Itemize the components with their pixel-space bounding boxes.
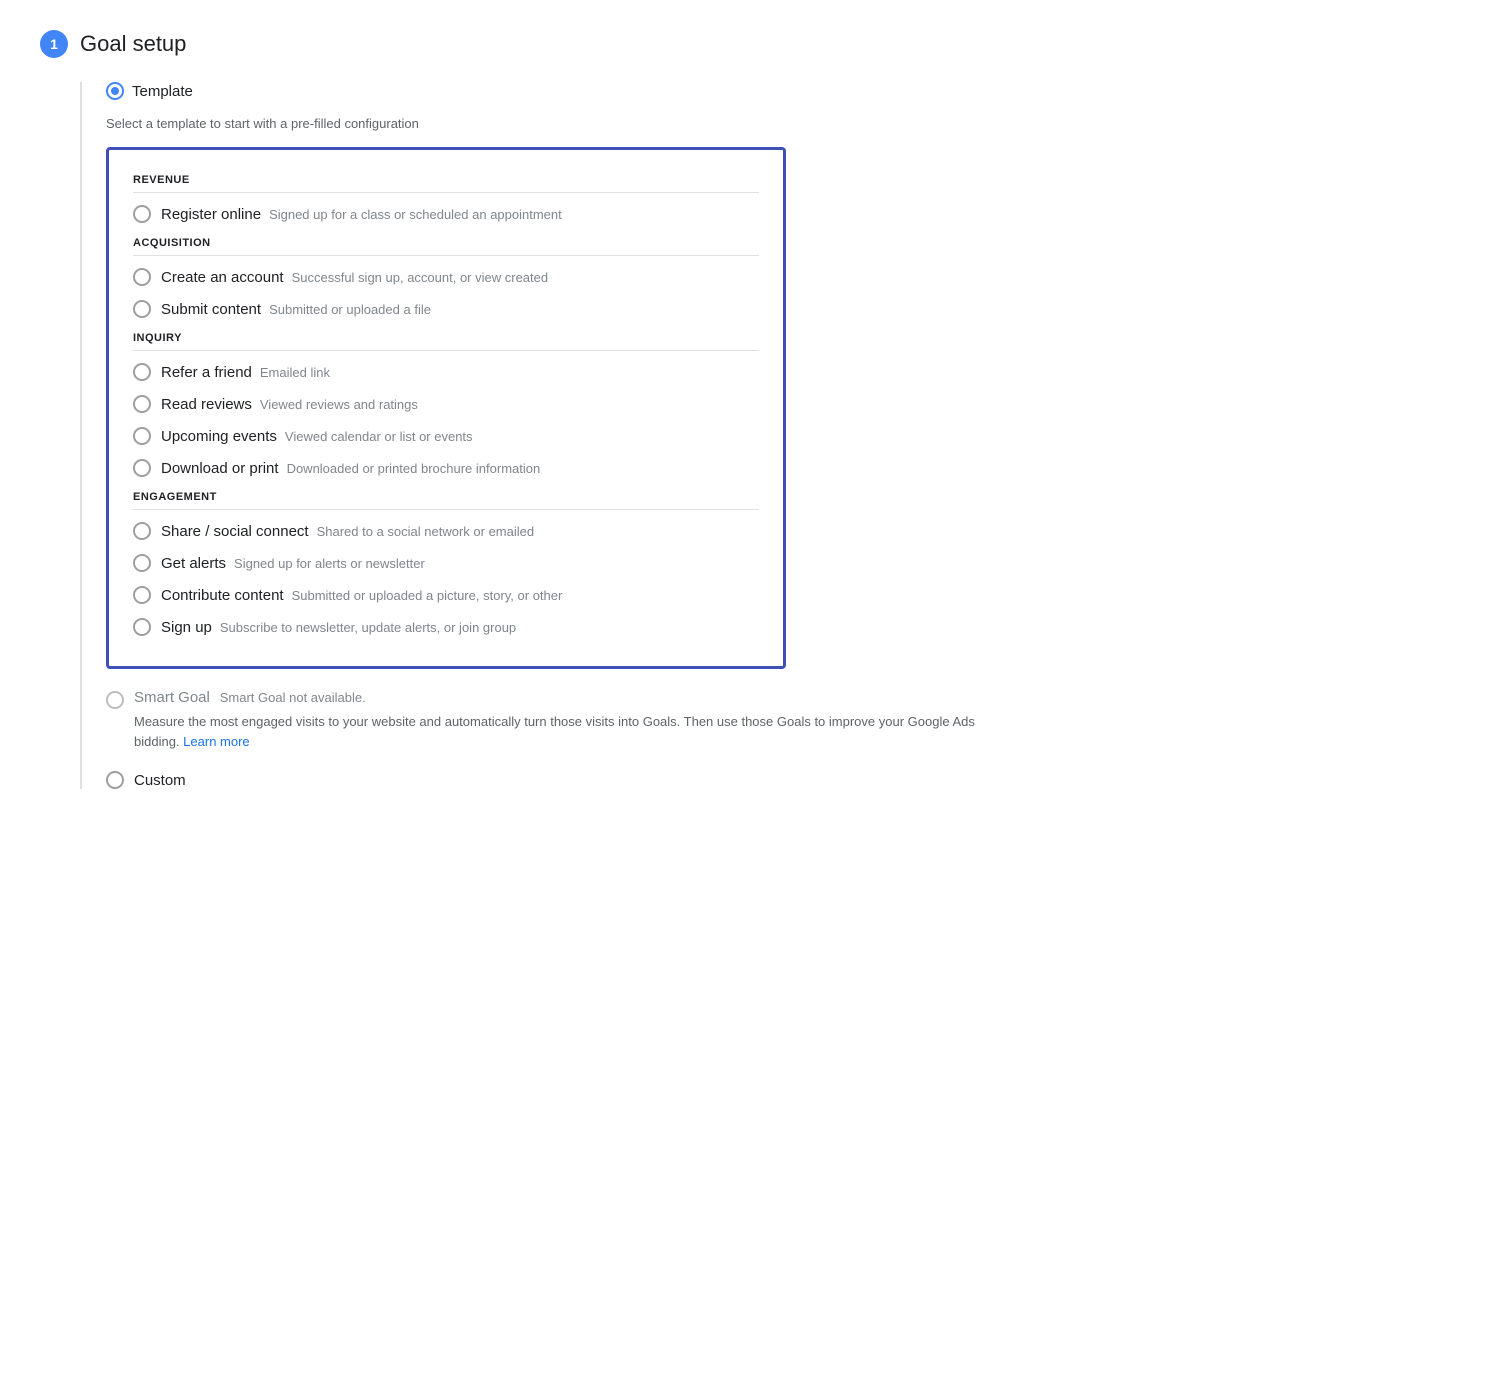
- page-title: Goal setup: [80, 31, 186, 57]
- revenue-label: REVENUE: [133, 174, 759, 193]
- template-radio-label: Template: [132, 83, 193, 100]
- list-item[interactable]: Register online Signed up for a class or…: [133, 205, 759, 223]
- register-online-radio[interactable]: [133, 205, 151, 223]
- list-item[interactable]: Share / social connect Shared to a socia…: [133, 522, 759, 540]
- contribute-content-label: Contribute content: [161, 587, 284, 604]
- refer-friend-desc: Emailed link: [260, 365, 330, 380]
- template-radio[interactable]: [106, 82, 124, 100]
- list-item[interactable]: Submit content Submitted or uploaded a f…: [133, 300, 759, 318]
- smart-goal-not-available: Smart Goal not available.: [220, 690, 366, 705]
- submit-content-label: Submit content: [161, 301, 261, 318]
- smart-goal-radio[interactable]: [106, 691, 124, 709]
- inquiry-items: Refer a friend Emailed link Read reviews…: [133, 363, 759, 477]
- engagement-label: ENGAGEMENT: [133, 491, 759, 510]
- upcoming-events-label: Upcoming events: [161, 428, 277, 445]
- step-badge: 1: [40, 30, 68, 58]
- acquisition-label: ACQUISITION: [133, 237, 759, 256]
- share-social-radio[interactable]: [133, 522, 151, 540]
- custom-radio[interactable]: [106, 771, 124, 789]
- engagement-section: ENGAGEMENT Share / social connect Shared…: [133, 491, 759, 636]
- revenue-items: Register online Signed up for a class or…: [133, 205, 759, 223]
- list-item[interactable]: Contribute content Submitted or uploaded…: [133, 586, 759, 604]
- download-print-label: Download or print: [161, 460, 279, 477]
- goal-setup-header: 1 Goal setup: [40, 30, 1460, 58]
- sign-up-desc: Subscribe to newsletter, update alerts, …: [220, 620, 516, 635]
- register-online-desc: Signed up for a class or scheduled an ap…: [269, 207, 562, 222]
- list-item[interactable]: Refer a friend Emailed link: [133, 363, 759, 381]
- learn-more-link[interactable]: Learn more: [183, 734, 249, 749]
- share-social-label: Share / social connect: [161, 523, 309, 540]
- read-reviews-radio[interactable]: [133, 395, 151, 413]
- list-item[interactable]: Get alerts Signed up for alerts or newsl…: [133, 554, 759, 572]
- download-print-radio[interactable]: [133, 459, 151, 477]
- template-box: REVENUE Register online Signed up for a …: [106, 147, 786, 669]
- smart-goal-section: Smart Goal Smart Goal not available. Mea…: [106, 689, 1460, 751]
- contribute-content-desc: Submitted or uploaded a picture, story, …: [292, 588, 563, 603]
- read-reviews-label: Read reviews: [161, 396, 252, 413]
- custom-label: Custom: [134, 772, 186, 789]
- get-alerts-label: Get alerts: [161, 555, 226, 572]
- engagement-items: Share / social connect Shared to a socia…: [133, 522, 759, 636]
- submit-content-radio[interactable]: [133, 300, 151, 318]
- list-item[interactable]: Sign up Subscribe to newsletter, update …: [133, 618, 759, 636]
- create-account-radio[interactable]: [133, 268, 151, 286]
- template-description: Select a template to start with a pre-fi…: [106, 116, 1460, 131]
- inquiry-label: INQUIRY: [133, 332, 759, 351]
- submit-content-desc: Submitted or uploaded a file: [269, 302, 431, 317]
- contribute-content-radio[interactable]: [133, 586, 151, 604]
- list-item[interactable]: Read reviews Viewed reviews and ratings: [133, 395, 759, 413]
- custom-section[interactable]: Custom: [106, 771, 1460, 789]
- get-alerts-radio[interactable]: [133, 554, 151, 572]
- sign-up-label: Sign up: [161, 619, 212, 636]
- vertical-divider: [80, 82, 82, 789]
- upcoming-events-radio[interactable]: [133, 427, 151, 445]
- refer-friend-label: Refer a friend: [161, 364, 252, 381]
- upcoming-events-desc: Viewed calendar or list or events: [285, 429, 473, 444]
- create-account-label: Create an account: [161, 269, 284, 286]
- share-social-desc: Shared to a social network or emailed: [317, 524, 535, 539]
- read-reviews-desc: Viewed reviews and ratings: [260, 397, 418, 412]
- create-account-desc: Successful sign up, account, or view cre…: [292, 270, 549, 285]
- acquisition-section: ACQUISITION Create an account Successful…: [133, 237, 759, 318]
- download-print-desc: Downloaded or printed brochure informati…: [287, 461, 541, 476]
- sign-up-radio[interactable]: [133, 618, 151, 636]
- inquiry-section: INQUIRY Refer a friend Emailed link Read…: [133, 332, 759, 477]
- smart-goal-explanation: Measure the most engaged visits to your …: [134, 712, 994, 751]
- acquisition-items: Create an account Successful sign up, ac…: [133, 268, 759, 318]
- list-item[interactable]: Upcoming events Viewed calendar or list …: [133, 427, 759, 445]
- list-item[interactable]: Download or print Downloaded or printed …: [133, 459, 759, 477]
- smart-goal-content: Smart Goal Smart Goal not available. Mea…: [134, 689, 994, 751]
- revenue-section: REVENUE Register online Signed up for a …: [133, 174, 759, 223]
- list-item[interactable]: Create an account Successful sign up, ac…: [133, 268, 759, 286]
- refer-friend-radio[interactable]: [133, 363, 151, 381]
- get-alerts-desc: Signed up for alerts or newsletter: [234, 556, 425, 571]
- smart-goal-title: Smart Goal: [134, 689, 210, 706]
- template-option-row[interactable]: Template: [106, 82, 1460, 100]
- register-online-label: Register online: [161, 206, 261, 223]
